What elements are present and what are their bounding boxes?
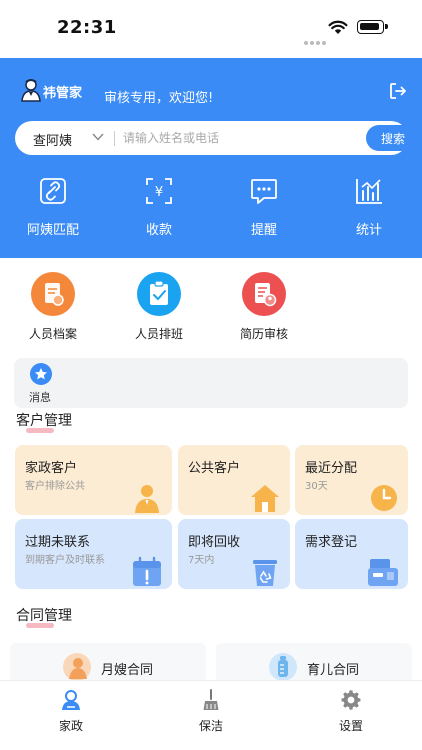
contract-section-title: 合同管理 (16, 605, 72, 628)
card-subtitle: 客户排除公共 (25, 481, 85, 492)
search-button[interactable]: 搜索 (366, 125, 420, 151)
baby-bottle-icon (269, 653, 297, 681)
quick-action-payment[interactable]: ¥ 收款 (114, 176, 204, 246)
quick-action-remind[interactable]: 提醒 (219, 176, 309, 246)
card-subtitle: 7天内 (188, 555, 215, 566)
recycle-bin-icon (253, 560, 277, 586)
card-public-customers[interactable]: 公共客户 (178, 445, 290, 515)
calendar-alert-icon (133, 556, 161, 586)
card-title: 需求登记 (305, 535, 358, 550)
message-panel: 消息 (14, 358, 408, 408)
star-icon[interactable] (30, 363, 52, 385)
yuan-scan-icon: ¥ (146, 178, 172, 204)
search-input[interactable] (123, 129, 353, 147)
card-overdue-no-contact[interactable]: 过期未联系 到期客户及时联系 (15, 519, 172, 589)
quick-action-label: 提醒 (250, 223, 277, 238)
card-subtitle: 到期客户及时联系 (25, 555, 105, 566)
card-demand-register[interactable]: 需求登记 (295, 519, 408, 589)
card-subtitle: 30天 (305, 481, 328, 492)
gear-icon (341, 690, 361, 710)
tab-label: 保洁 (198, 719, 223, 733)
quick-action-label: 阿姨匹配 (26, 223, 79, 238)
status-time: 22:31 (57, 17, 117, 38)
clipboard-check-icon (137, 272, 181, 316)
menu-item-schedule[interactable]: 人员排班 (119, 272, 199, 342)
menu-item-staff-archive[interactable]: 人员档案 (13, 272, 93, 342)
menu-row: 人员档案 人员排班 简历审核 (0, 272, 422, 344)
greeting-text: 审核专用，欢迎您! (104, 91, 214, 106)
contract-label: 育儿合同 (307, 663, 360, 678)
battery-icon (357, 20, 388, 34)
section-title-text: 客户管理 (16, 413, 72, 429)
menu-label: 人员排班 (134, 327, 183, 341)
quick-action-label: 统计 (355, 223, 382, 238)
wifi-icon (328, 20, 348, 34)
tab-housekeeping[interactable]: 家政 (31, 689, 111, 734)
tab-settings[interactable]: 设置 (311, 689, 391, 734)
tab-label: 家政 (58, 719, 83, 733)
brand-name: 祎管家 (43, 86, 83, 101)
card-title: 最近分配 (305, 461, 358, 476)
quick-action-label: 收款 (145, 223, 172, 238)
link-icon (40, 178, 66, 204)
card-title: 即将回收 (188, 535, 241, 550)
broom-icon (203, 689, 219, 710)
quick-action-match[interactable]: 阿姨匹配 (8, 176, 98, 246)
svg-text:¥: ¥ (155, 185, 163, 200)
message-label[interactable]: 消息 (29, 389, 51, 405)
chevron-down-icon[interactable] (92, 132, 104, 142)
clock-icon (371, 485, 397, 511)
quick-action-stats[interactable]: 统计 (324, 176, 414, 246)
person-icon (135, 485, 159, 513)
nanny-icon (63, 653, 91, 681)
resume-user-icon (242, 272, 286, 316)
register-machine-icon (368, 559, 398, 586)
signal-dots-icon (304, 30, 328, 49)
search-type-select[interactable]: 查阿姨 (33, 130, 72, 149)
brand-logo: 祎管家 (20, 78, 90, 106)
tab-cleaning[interactable]: 保洁 (171, 689, 251, 734)
menu-label: 简历审核 (239, 327, 288, 341)
card-title: 公共客户 (188, 461, 241, 476)
card-title: 过期未联系 (25, 535, 91, 550)
status-bar: 22:31 (0, 0, 422, 58)
customer-section-title: 客户管理 (16, 410, 72, 433)
tab-label: 设置 (338, 719, 363, 733)
search-bar: 查阿姨 搜索 (15, 121, 420, 155)
menu-label: 人员档案 (28, 327, 77, 341)
logout-icon[interactable] (388, 81, 408, 101)
contract-label: 月嫂合同 (101, 663, 154, 678)
header: 祎管家 审核专用，欢迎您! 查阿姨 搜索 阿姨匹配 ¥ 收款 (0, 58, 422, 258)
search-divider (114, 131, 115, 146)
menu-item-resume-review[interactable]: 简历审核 (224, 272, 304, 342)
card-about-to-recycle[interactable]: 即将回收 7天内 (178, 519, 290, 589)
card-recent-assigned[interactable]: 最近分配 30天 (295, 445, 408, 515)
card-title: 家政客户 (25, 461, 78, 476)
brand-figure-icon (21, 79, 41, 102)
profile-file-icon (31, 272, 75, 316)
bar-chart-icon (356, 179, 382, 204)
card-housekeeping-customers[interactable]: 家政客户 客户排除公共 (15, 445, 172, 515)
chat-bubble-icon (251, 179, 277, 204)
house-icon (251, 485, 279, 512)
section-title-text: 合同管理 (16, 608, 72, 624)
housekeeping-icon (62, 690, 80, 710)
tab-bar: 家政 保洁 设置 (0, 680, 422, 750)
